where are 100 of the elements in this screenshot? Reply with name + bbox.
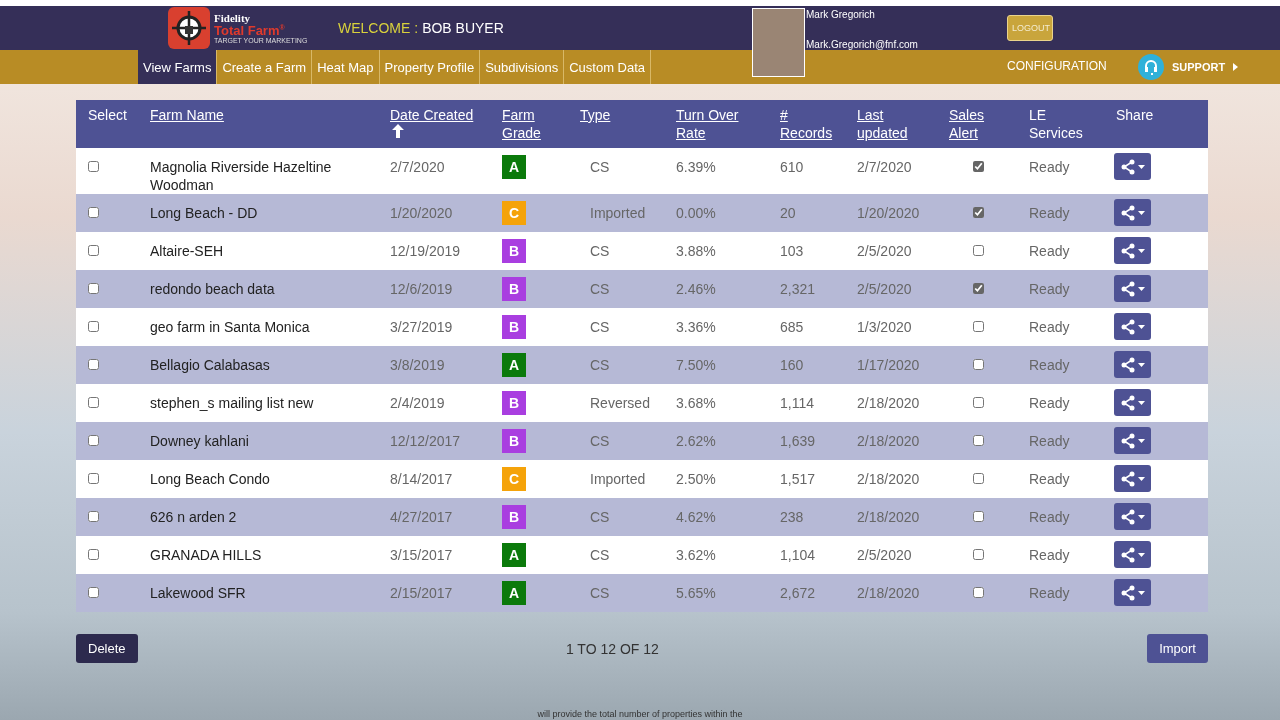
row-checkbox[interactable] xyxy=(88,321,99,332)
records-count: 20 xyxy=(768,194,845,232)
date-created: 2/4/2019 xyxy=(378,384,490,422)
share-button[interactable] xyxy=(1114,275,1151,302)
grade-badge: B xyxy=(502,429,526,453)
farm-name: Downey kahlani xyxy=(138,422,378,460)
column-header[interactable]: Type xyxy=(580,106,611,124)
share-button[interactable] xyxy=(1114,199,1151,226)
share-button[interactable] xyxy=(1114,503,1151,530)
turnover-rate: 7.50% xyxy=(664,346,768,384)
caret-icon xyxy=(1138,286,1145,291)
last-updated: 2/5/2020 xyxy=(845,270,937,308)
grade-badge: B xyxy=(502,505,526,529)
row-checkbox[interactable] xyxy=(88,549,99,560)
row-checkbox[interactable] xyxy=(88,207,99,218)
caret-icon xyxy=(1138,476,1145,481)
user-name: Mark Gregorich xyxy=(806,9,875,20)
sales-alert-checkbox[interactable] xyxy=(973,359,984,370)
records-count: 1,639 xyxy=(768,422,845,460)
le-status: Ready xyxy=(1017,574,1104,612)
user-greeting-name: BOB BUYER xyxy=(422,20,504,36)
le-status: Ready xyxy=(1017,148,1104,194)
share-button[interactable] xyxy=(1114,465,1151,492)
sales-alert-checkbox[interactable] xyxy=(973,511,984,522)
le-status: Ready xyxy=(1017,422,1104,460)
grade-badge: B xyxy=(502,315,526,339)
sales-alert-checkbox[interactable] xyxy=(973,161,984,172)
row-checkbox[interactable] xyxy=(88,587,99,598)
share-button[interactable] xyxy=(1114,351,1151,378)
date-created: 2/7/2020 xyxy=(378,148,490,194)
share-button[interactable] xyxy=(1114,541,1151,568)
column-header[interactable]: Farm Name xyxy=(150,106,224,124)
share-button[interactable] xyxy=(1114,579,1151,606)
sales-alert-checkbox[interactable] xyxy=(973,283,984,294)
caret-icon xyxy=(1138,590,1145,595)
column-header: LE Services xyxy=(1029,106,1084,142)
sales-alert-checkbox[interactable] xyxy=(973,321,984,332)
records-count: 1,114 xyxy=(768,384,845,422)
row-checkbox[interactable] xyxy=(88,397,99,408)
farm-type: CS xyxy=(568,232,664,270)
date-created: 2/15/2017 xyxy=(378,574,490,612)
delete-button[interactable]: Delete xyxy=(76,634,138,663)
last-updated: 2/18/2020 xyxy=(845,498,937,536)
last-updated: 1/20/2020 xyxy=(845,194,937,232)
share-button[interactable] xyxy=(1114,427,1151,454)
share-icon xyxy=(1120,432,1136,449)
column-header: Share xyxy=(1116,106,1154,124)
row-checkbox[interactable] xyxy=(88,511,99,522)
turnover-rate: 3.36% xyxy=(664,308,768,346)
row-checkbox[interactable] xyxy=(88,245,99,256)
row-checkbox[interactable] xyxy=(88,473,99,484)
nav-tab[interactable]: View Farms xyxy=(138,50,218,84)
import-button[interactable]: Import xyxy=(1147,634,1208,663)
last-updated: 2/18/2020 xyxy=(845,384,937,422)
sales-alert-checkbox[interactable] xyxy=(973,587,984,598)
row-checkbox[interactable] xyxy=(88,283,99,294)
share-icon xyxy=(1120,546,1136,563)
grade-badge: B xyxy=(502,239,526,263)
sort-up-arrow-icon xyxy=(392,124,404,138)
pagination-text: 1 TO 12 OF 12 xyxy=(565,640,659,657)
sales-alert-checkbox[interactable] xyxy=(973,397,984,408)
date-created: 3/27/2019 xyxy=(378,308,490,346)
sales-alert-checkbox[interactable] xyxy=(973,435,984,446)
date-created: 4/27/2017 xyxy=(378,498,490,536)
caret-icon xyxy=(1138,324,1145,329)
turnover-rate: 3.62% xyxy=(664,536,768,574)
records-count: 2,672 xyxy=(768,574,845,612)
row-checkbox[interactable] xyxy=(88,435,99,446)
farm-name: Altaire-SEH xyxy=(138,232,378,270)
share-icon xyxy=(1120,242,1136,259)
records-count: 160 xyxy=(768,346,845,384)
turnover-rate: 4.62% xyxy=(664,498,768,536)
sales-alert-checkbox[interactable] xyxy=(973,549,984,560)
farm-type: CS xyxy=(568,308,664,346)
last-updated: 1/3/2020 xyxy=(845,308,937,346)
share-button[interactable] xyxy=(1114,153,1151,180)
farm-type: CS xyxy=(568,346,664,384)
farm-type: CS xyxy=(568,574,664,612)
farm-type: Reversed xyxy=(568,384,664,422)
sales-alert-checkbox[interactable] xyxy=(973,245,984,256)
share-button[interactable] xyxy=(1114,313,1151,340)
share-icon xyxy=(1120,584,1136,601)
farm-name: 626 n arden 2 xyxy=(138,498,378,536)
caret-icon xyxy=(1138,438,1145,443)
le-status: Ready xyxy=(1017,460,1104,498)
share-button[interactable] xyxy=(1114,237,1151,264)
column-header: Select xyxy=(88,106,127,124)
row-checkbox[interactable] xyxy=(88,161,99,172)
farm-name: Long Beach - DD xyxy=(138,194,378,232)
share-button[interactable] xyxy=(1114,389,1151,416)
share-icon xyxy=(1120,158,1136,175)
row-checkbox[interactable] xyxy=(88,359,99,370)
sales-alert-checkbox[interactable] xyxy=(973,207,984,218)
last-updated: 1/17/2020 xyxy=(845,346,937,384)
date-created: 12/19/2019 xyxy=(378,232,490,270)
sales-alert-checkbox[interactable] xyxy=(973,473,984,484)
records-count: 103 xyxy=(768,232,845,270)
turnover-rate: 2.46% xyxy=(664,270,768,308)
records-count: 685 xyxy=(768,308,845,346)
date-created: 8/14/2017 xyxy=(378,460,490,498)
